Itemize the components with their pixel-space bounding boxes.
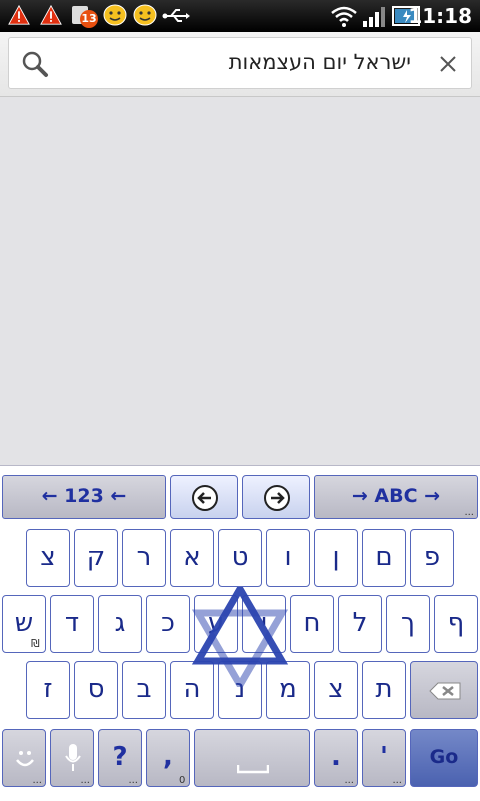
- switch-abc-key[interactable]: → ABC → ...: [314, 475, 478, 519]
- key-yod[interactable]: י: [242, 595, 286, 653]
- key-tav[interactable]: ת: [362, 661, 406, 719]
- backspace-icon: [429, 682, 461, 700]
- warning-icon: [40, 4, 62, 25]
- status-bar: 13 11:18: [0, 0, 480, 32]
- key-vav[interactable]: ו: [266, 529, 310, 587]
- key-final-pe[interactable]: ף: [434, 595, 478, 653]
- key-he[interactable]: ה: [170, 661, 214, 719]
- search-panel: ישראל יום העצמאות: [0, 32, 480, 97]
- microphone-key[interactable]: ...: [50, 729, 94, 787]
- smiley-icon: [133, 4, 157, 26]
- clock: 11:18: [408, 4, 472, 28]
- wifi-icon: [331, 6, 357, 27]
- backspace-key[interactable]: [410, 661, 478, 719]
- arrow-left-icon: [192, 485, 218, 511]
- key-qof[interactable]: ק: [74, 529, 118, 587]
- usb-icon: [162, 9, 190, 22]
- key-ayin[interactable]: ע: [194, 595, 238, 653]
- key-alef[interactable]: א: [170, 529, 214, 587]
- signal-icon: [363, 7, 385, 27]
- key-tet[interactable]: ט: [218, 529, 262, 587]
- key-zayin[interactable]: ז: [26, 661, 70, 719]
- switch-123-key[interactable]: ← 123 ←: [2, 475, 166, 519]
- comma-key[interactable]: , 0: [146, 729, 190, 787]
- key-nun[interactable]: נ: [218, 661, 262, 719]
- key-final-kaf[interactable]: ך: [386, 595, 430, 653]
- key-samekh[interactable]: ס: [74, 661, 118, 719]
- key-kaf[interactable]: כ: [146, 595, 190, 653]
- keyboard: ← 123 ← → ABC → ... פ ם ן ו ט א ר ק צ ף …: [0, 465, 480, 801]
- key-resh[interactable]: ר: [122, 529, 166, 587]
- smiley-face-icon: [16, 751, 34, 767]
- key-tsadi[interactable]: צ: [26, 529, 70, 587]
- microphone-icon: [65, 744, 81, 771]
- search-query-text[interactable]: ישראל יום העצמאות: [229, 50, 411, 74]
- period-key[interactable]: . ...: [314, 729, 358, 787]
- search-input[interactable]: ישראל יום העצמאות: [8, 37, 472, 89]
- warning-icon: [8, 4, 30, 25]
- key-tsadi-2[interactable]: צ: [314, 661, 358, 719]
- arrow-right-icon: [264, 485, 290, 511]
- key-final-nun[interactable]: ן: [314, 529, 358, 587]
- results-area: [0, 97, 480, 465]
- go-key[interactable]: Go: [410, 729, 478, 787]
- key-het[interactable]: ח: [290, 595, 334, 653]
- cursor-left-key[interactable]: [170, 475, 238, 519]
- clear-icon[interactable]: [439, 55, 457, 73]
- key-bet[interactable]: ב: [122, 661, 166, 719]
- key-lamed[interactable]: ל: [338, 595, 382, 653]
- space-bar-icon: [237, 765, 269, 774]
- smiley-icon: [103, 4, 127, 26]
- smiley-key[interactable]: ...: [2, 729, 46, 787]
- key-mem[interactable]: מ: [266, 661, 310, 719]
- notification-badge-icon: 13: [72, 4, 98, 28]
- key-dalet[interactable]: ד: [50, 595, 94, 653]
- search-icon[interactable]: [21, 50, 49, 78]
- key-shin[interactable]: ש ₪: [2, 595, 46, 653]
- key-gimel[interactable]: ג: [98, 595, 142, 653]
- cursor-right-key[interactable]: [242, 475, 310, 519]
- space-key[interactable]: [194, 729, 310, 787]
- key-pe[interactable]: פ: [410, 529, 454, 587]
- apostrophe-key[interactable]: ' ...: [362, 729, 406, 787]
- question-key[interactable]: ? ...: [98, 729, 142, 787]
- key-final-mem[interactable]: ם: [362, 529, 406, 587]
